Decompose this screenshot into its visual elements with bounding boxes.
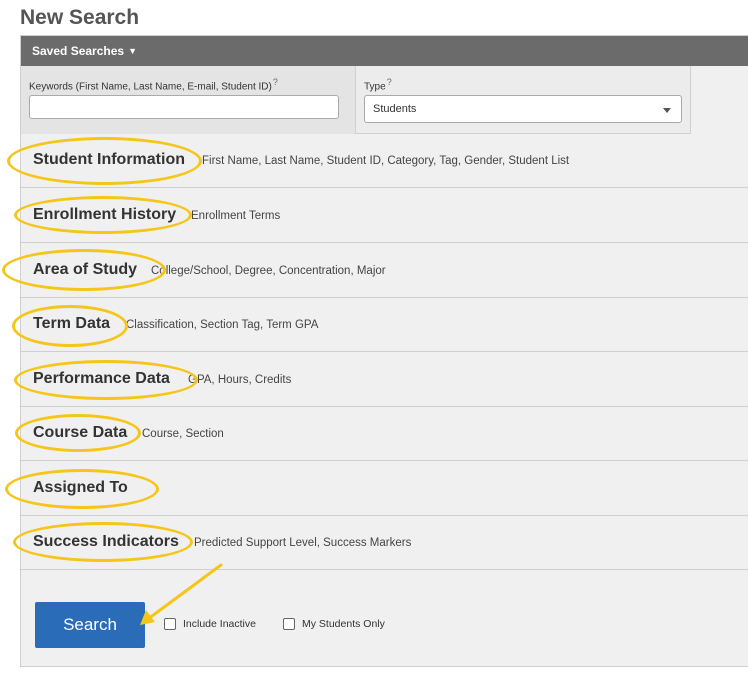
saved-searches-bar: Saved Searches ▼ [21, 36, 748, 66]
section-student-information[interactable]: Student Information First Name, Last Nam… [21, 134, 748, 188]
keywords-label: Keywords (First Name, Last Name, E-mail,… [29, 77, 278, 92]
help-icon[interactable]: ? [273, 77, 278, 87]
section-title: Assigned To [33, 479, 128, 496]
type-label: Type? [364, 77, 392, 92]
section-title: Student Information [33, 151, 185, 168]
section-desc: First Name, Last Name, Student ID, Categ… [202, 155, 570, 167]
caret-down-icon: ▼ [128, 46, 137, 56]
include-inactive-checkbox[interactable] [164, 618, 176, 630]
section-desc: Classification, Section Tag, Term GPA [126, 319, 319, 331]
section-term-data[interactable]: Term Data Classification, Section Tag, T… [21, 298, 748, 352]
page-title: New Search [20, 6, 140, 29]
my-students-only-option[interactable]: My Students Only [283, 618, 385, 630]
my-students-only-checkbox[interactable] [283, 618, 295, 630]
type-section: Type? Students [356, 66, 691, 134]
keywords-label-text: Keywords (First Name, Last Name, E-mail,… [29, 81, 272, 93]
include-inactive-option[interactable]: Include Inactive [164, 618, 256, 630]
include-inactive-label: Include Inactive [183, 618, 256, 630]
section-desc: GPA, Hours, Credits [188, 374, 292, 386]
section-performance-data[interactable]: Performance Data GPA, Hours, Credits [21, 352, 748, 407]
my-students-only-label: My Students Only [302, 618, 385, 630]
type-label-text: Type [364, 81, 386, 93]
saved-searches-label: Saved Searches [32, 44, 125, 58]
section-assigned-to[interactable]: Assigned To [21, 461, 748, 516]
search-panel: Saved Searches ▼ Keywords (First Name, La… [20, 35, 748, 667]
section-title: Enrollment History [33, 206, 177, 223]
section-enrollment-history[interactable]: Enrollment History Enrollment Terms [21, 188, 748, 243]
type-select-value: Students [373, 103, 417, 115]
section-area-of-study[interactable]: Area of Study College/School, Degree, Co… [21, 243, 748, 298]
section-desc: Predicted Support Level, Success Markers [194, 537, 412, 549]
type-select[interactable]: Students [364, 95, 682, 123]
chevron-down-icon [663, 108, 671, 113]
search-button[interactable]: Search [35, 602, 145, 648]
section-desc: College/School, Degree, Concentration, M… [151, 265, 386, 277]
saved-searches-dropdown[interactable]: Saved Searches ▼ [32, 44, 137, 58]
section-title: Term Data [33, 315, 111, 332]
section-success-indicators[interactable]: Success Indicators Predicted Support Lev… [21, 516, 748, 570]
section-desc: Course, Section [142, 428, 224, 440]
section-title: Area of Study [33, 261, 138, 278]
section-title: Performance Data [33, 370, 170, 387]
section-desc: Enrollment Terms [191, 210, 281, 222]
help-icon[interactable]: ? [387, 77, 392, 87]
section-course-data[interactable]: Course Data Course, Section [21, 407, 748, 461]
section-title: Course Data [33, 424, 128, 441]
keywords-section: Keywords (First Name, Last Name, E-mail,… [21, 66, 356, 134]
section-title: Success Indicators [33, 533, 179, 550]
keywords-input[interactable] [29, 95, 339, 119]
